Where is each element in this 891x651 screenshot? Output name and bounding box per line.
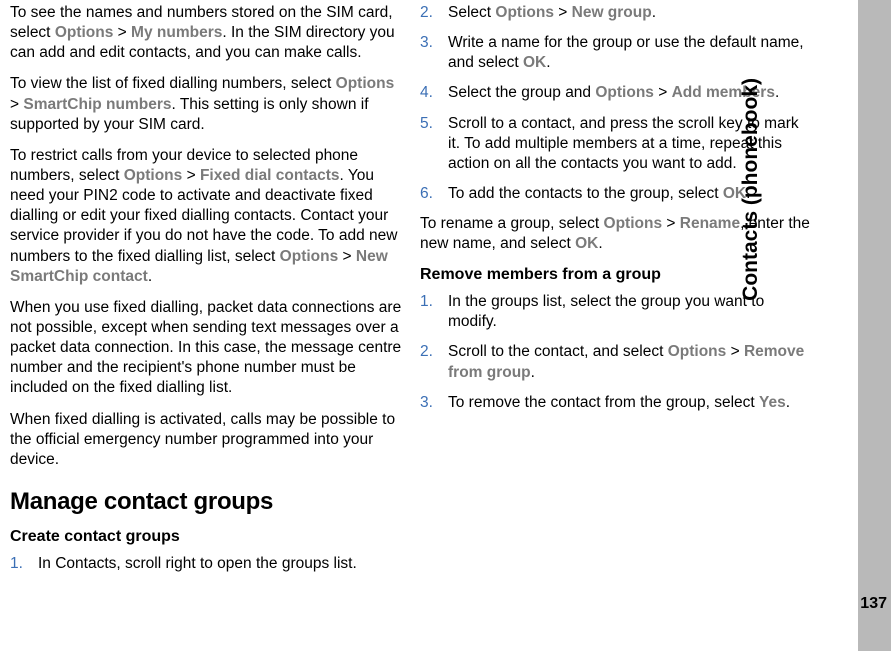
separator: > bbox=[182, 167, 200, 184]
list-number: 3. bbox=[420, 33, 433, 53]
paragraph-packet-data: When you use fixed dialling, packet data… bbox=[10, 298, 402, 399]
list-number: 3. bbox=[420, 393, 433, 413]
yes-label: Yes bbox=[759, 394, 786, 411]
separator: > bbox=[654, 84, 672, 101]
heading-create-contact-groups: Create contact groups bbox=[10, 527, 402, 548]
paragraph-fixed-dialling-list: To view the list of fixed dialling numbe… bbox=[10, 74, 402, 134]
text: . bbox=[148, 268, 152, 285]
remove-members-list: 1. In the groups list, select the group … bbox=[420, 292, 814, 413]
page-sidebar: Contacts (phonebook) 137 bbox=[858, 0, 891, 651]
paragraph-emergency: When fixed dialling is activated, calls … bbox=[10, 410, 402, 470]
ok-label: OK bbox=[575, 235, 598, 252]
section-title: Contacts (phonebook) bbox=[737, 0, 764, 78]
options-label: Options bbox=[280, 248, 339, 265]
new-group-label: New group bbox=[572, 4, 652, 21]
list-number: 1. bbox=[420, 292, 433, 312]
options-label: Options bbox=[124, 167, 183, 184]
my-numbers-label: My numbers bbox=[131, 24, 222, 41]
text: . bbox=[775, 84, 779, 101]
list-number: 6. bbox=[420, 184, 433, 204]
text: To rename a group, select bbox=[420, 215, 604, 232]
ok-label: OK bbox=[523, 54, 546, 71]
list-number: 1. bbox=[10, 554, 23, 574]
separator: > bbox=[662, 215, 680, 232]
text: To view the list of fixed dialling numbe… bbox=[10, 75, 336, 92]
smartchip-numbers-label: SmartChip numbers bbox=[23, 96, 171, 113]
heading-manage-contact-groups: Manage contact groups bbox=[10, 486, 402, 517]
list-item: 3. To remove the contact from the group,… bbox=[420, 393, 814, 413]
text: To add the contacts to the group, select bbox=[448, 185, 723, 202]
list-number: 4. bbox=[420, 83, 433, 103]
text: To remove the contact from the group, se… bbox=[448, 394, 759, 411]
text: In the groups list, select the group you… bbox=[448, 293, 764, 330]
paragraph-restrict-calls: To restrict calls from your device to se… bbox=[10, 146, 402, 287]
text: In Contacts, scroll right to open the gr… bbox=[38, 555, 357, 572]
column-left: To see the names and numbers stored on t… bbox=[10, 3, 416, 645]
page-number: 137 bbox=[860, 594, 887, 615]
options-label: Options bbox=[668, 343, 727, 360]
separator: > bbox=[10, 96, 23, 113]
options-label: Options bbox=[604, 215, 663, 232]
list-number: 5. bbox=[420, 114, 433, 134]
options-label: Options bbox=[336, 75, 395, 92]
list-number: 2. bbox=[420, 342, 433, 362]
separator: > bbox=[554, 4, 572, 21]
create-groups-list-start: 1. In Contacts, scroll right to open the… bbox=[10, 554, 402, 574]
text: Scroll to the contact, and select bbox=[448, 343, 668, 360]
text: Select the group and bbox=[448, 84, 595, 101]
options-label: Options bbox=[55, 24, 114, 41]
list-number: 2. bbox=[420, 3, 433, 23]
paragraph-sim-names: To see the names and numbers stored on t… bbox=[10, 3, 402, 63]
options-label: Options bbox=[495, 4, 554, 21]
text: . bbox=[786, 394, 790, 411]
options-label: Options bbox=[595, 84, 654, 101]
separator: > bbox=[726, 343, 744, 360]
text: . bbox=[546, 54, 550, 71]
text: . bbox=[652, 4, 656, 21]
separator: > bbox=[338, 248, 356, 265]
fixed-dial-contacts-label: Fixed dial contacts bbox=[200, 167, 340, 184]
rename-label: Rename bbox=[680, 215, 740, 232]
text: Select bbox=[448, 4, 495, 21]
text: . bbox=[531, 364, 535, 381]
list-item: 2. Scroll to the contact, and select Opt… bbox=[420, 342, 814, 382]
separator: > bbox=[113, 24, 131, 41]
text: . bbox=[598, 235, 602, 252]
list-item: 1. In Contacts, scroll right to open the… bbox=[10, 554, 402, 574]
